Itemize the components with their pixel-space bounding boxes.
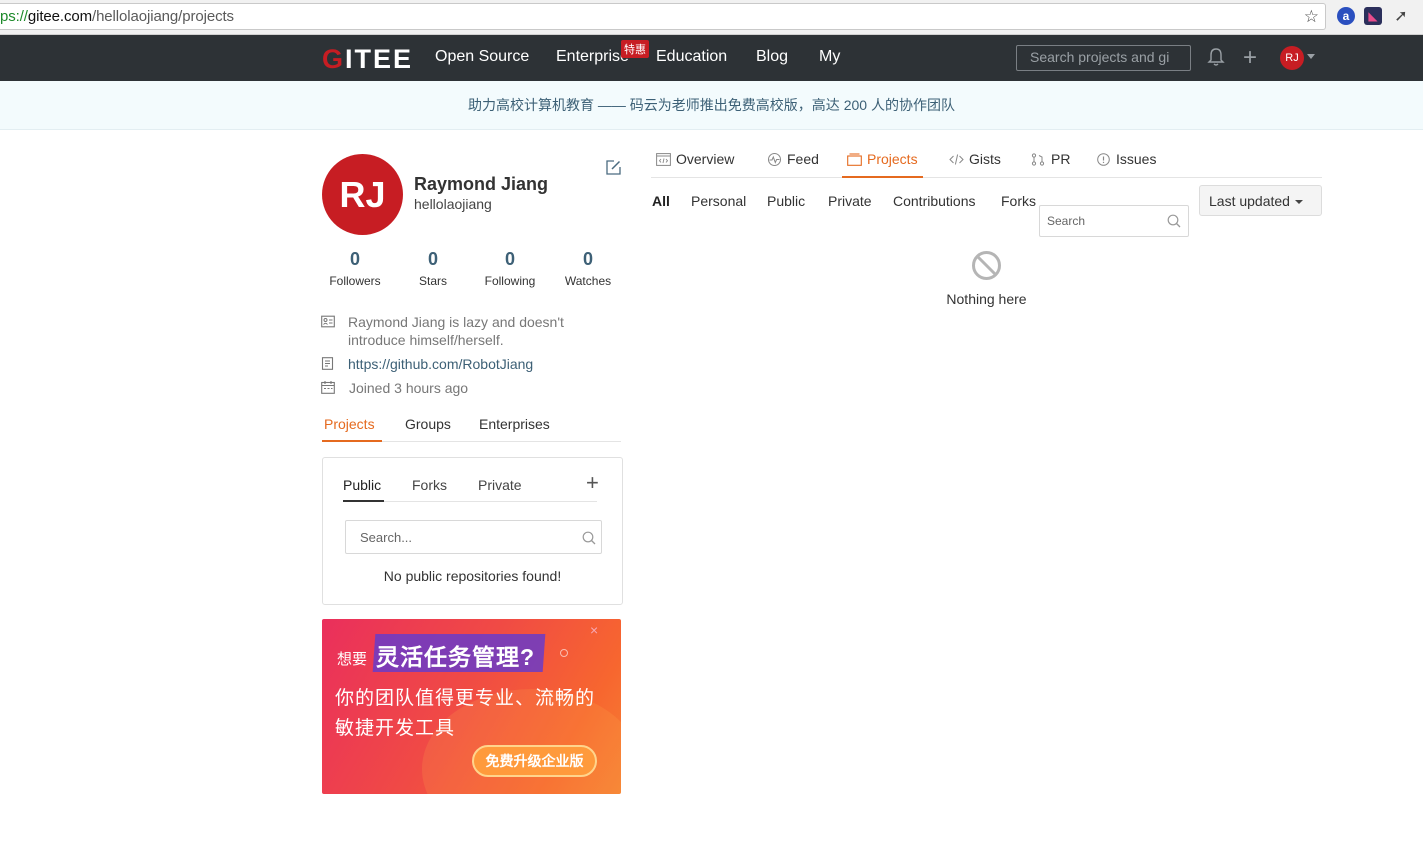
address-bar[interactable]: ps://gitee.com/hellolaojiang/projects ☆ xyxy=(0,3,1326,30)
add-repo-plus-icon[interactable]: + xyxy=(586,470,599,496)
profile-name: Raymond Jiang xyxy=(414,174,549,194)
caret-down-icon xyxy=(1294,200,1303,204)
link-book-icon xyxy=(321,357,334,370)
address-text: ps://gitee.com/hellolaojiang/projects xyxy=(0,8,234,25)
upgrade-enterprise-button[interactable]: 免费升级企业版 xyxy=(472,745,597,777)
filter-forks[interactable]: Forks xyxy=(1001,193,1036,209)
search-icon[interactable] xyxy=(1167,214,1181,228)
extension-rocket-icon[interactable]: ➚ xyxy=(1392,7,1410,25)
repo-tab-private[interactable]: Private xyxy=(478,477,522,493)
stat-label: Followers xyxy=(329,274,381,288)
stat-label: Watches xyxy=(564,274,612,288)
stat-watches[interactable]: 0 Watches xyxy=(549,249,627,288)
tab-gists[interactable]: Gists xyxy=(949,151,1001,167)
bookmark-star-icon[interactable]: ☆ xyxy=(1304,7,1319,27)
active-tab-indicator xyxy=(842,176,923,178)
empty-repos-message: No public repositories found! xyxy=(383,568,562,584)
repository-icon xyxy=(847,153,862,166)
search-icon[interactable] xyxy=(582,531,596,545)
tab-projects-main[interactable]: Projects xyxy=(847,151,918,167)
nav-open-source[interactable]: Open Source xyxy=(435,48,529,66)
browser-toolbar: ps://gitee.com/hellolaojiang/projects ☆ … xyxy=(0,0,1423,35)
repo-tab-forks[interactable]: Forks xyxy=(412,477,447,493)
stat-following[interactable]: 0 Following xyxy=(471,249,549,288)
filter-personal[interactable]: Personal xyxy=(691,193,746,209)
promo-prefix: 想要 xyxy=(337,651,368,668)
repo-search-input[interactable]: Search... xyxy=(345,520,602,554)
stat-stars[interactable]: 0 Stars xyxy=(394,249,472,288)
stat-label: Stars xyxy=(418,274,447,288)
extension-a-icon[interactable]: a xyxy=(1337,7,1355,25)
stat-followers[interactable]: 0 Followers xyxy=(316,249,394,288)
pull-request-icon xyxy=(1031,153,1045,166)
profile-login: hellolaojiang xyxy=(414,196,492,212)
issue-icon xyxy=(1097,153,1110,166)
prohibited-icon xyxy=(972,251,1001,280)
create-plus-icon[interactable]: + xyxy=(1243,44,1257,72)
edit-profile-icon[interactable] xyxy=(606,160,621,175)
sort-dropdown[interactable]: Last updated xyxy=(1199,185,1322,216)
promo-line: 敏捷开发工具 xyxy=(335,718,456,739)
promo-line: 你的团队值得更专业、流畅的 xyxy=(335,688,596,709)
enterprise-badge: 特惠 xyxy=(621,40,649,58)
code-icon xyxy=(949,154,964,165)
nav-enterprise[interactable]: Enterprise xyxy=(556,48,629,66)
tab-groups[interactable]: Groups xyxy=(405,416,451,432)
repo-tab-public[interactable]: Public xyxy=(343,477,381,493)
stat-value: 0 xyxy=(349,249,360,269)
profile-section-tabs: Projects Groups Enterprises xyxy=(322,414,621,442)
stat-label: Following xyxy=(484,274,536,288)
website-link[interactable]: https://github.com/RobotJiang xyxy=(348,355,618,373)
nav-search-input[interactable]: Search projects and gi xyxy=(1016,45,1191,71)
bell-icon[interactable] xyxy=(1207,47,1225,67)
id-card-icon xyxy=(321,315,335,328)
chevron-down-icon[interactable] xyxy=(1307,54,1315,59)
tab-issues[interactable]: Issues xyxy=(1096,151,1156,167)
promo-headline: 灵活任务管理? xyxy=(376,644,536,670)
tab-pr[interactable]: PR xyxy=(1031,151,1070,167)
code-window-icon xyxy=(656,153,671,166)
filter-public[interactable]: Public xyxy=(767,193,805,209)
tab-overview[interactable]: Overview xyxy=(656,151,734,167)
tab-feed[interactable]: Feed xyxy=(767,151,819,167)
decorative-ring xyxy=(560,649,568,657)
extension-chart-icon[interactable]: ◣ xyxy=(1364,7,1382,25)
filter-private[interactable]: Private xyxy=(828,193,872,209)
calendar-icon xyxy=(321,381,335,394)
announcement-banner[interactable]: 助力高校计算机教育 —— 码云为老师推出免费高校版，高达 200 人的协作团队 xyxy=(0,81,1423,130)
stat-value: 0 xyxy=(504,249,515,269)
profile-avatar: RJ xyxy=(322,154,403,235)
nav-blog[interactable]: Blog xyxy=(756,48,788,66)
stat-value: 0 xyxy=(427,249,438,269)
project-search-input[interactable]: Search xyxy=(1039,205,1189,237)
repositories-panel: Public Forks Private + Search... No publ… xyxy=(322,457,623,605)
gitee-logo[interactable]: GITEE xyxy=(322,44,413,75)
tab-enterprises[interactable]: Enterprises xyxy=(479,416,550,432)
tab-projects[interactable]: Projects xyxy=(324,416,375,432)
stat-value: 0 xyxy=(582,249,593,269)
filter-all[interactable]: All xyxy=(652,193,670,209)
nav-avatar[interactable]: RJ xyxy=(1280,46,1304,70)
filter-contributions[interactable]: Contributions xyxy=(893,193,976,209)
nav-education[interactable]: Education xyxy=(656,48,727,66)
promo-ad-banner[interactable]: 想要 灵活任务管理? 你的团队值得更专业、流畅的 敏捷开发工具 免费升级企业版 … xyxy=(322,619,621,794)
close-icon[interactable]: × xyxy=(590,622,598,638)
main-tabs: Overview Feed Projects Gists PR Issues xyxy=(651,147,1322,178)
active-tab-indicator xyxy=(322,440,382,442)
top-navbar: GITEE Open Source Enterprise 特惠 Educatio… xyxy=(0,35,1423,81)
nav-my[interactable]: My xyxy=(819,48,840,66)
active-tab-indicator xyxy=(343,500,384,502)
activity-icon xyxy=(768,153,781,166)
empty-state-message: Nothing here xyxy=(946,291,1027,307)
